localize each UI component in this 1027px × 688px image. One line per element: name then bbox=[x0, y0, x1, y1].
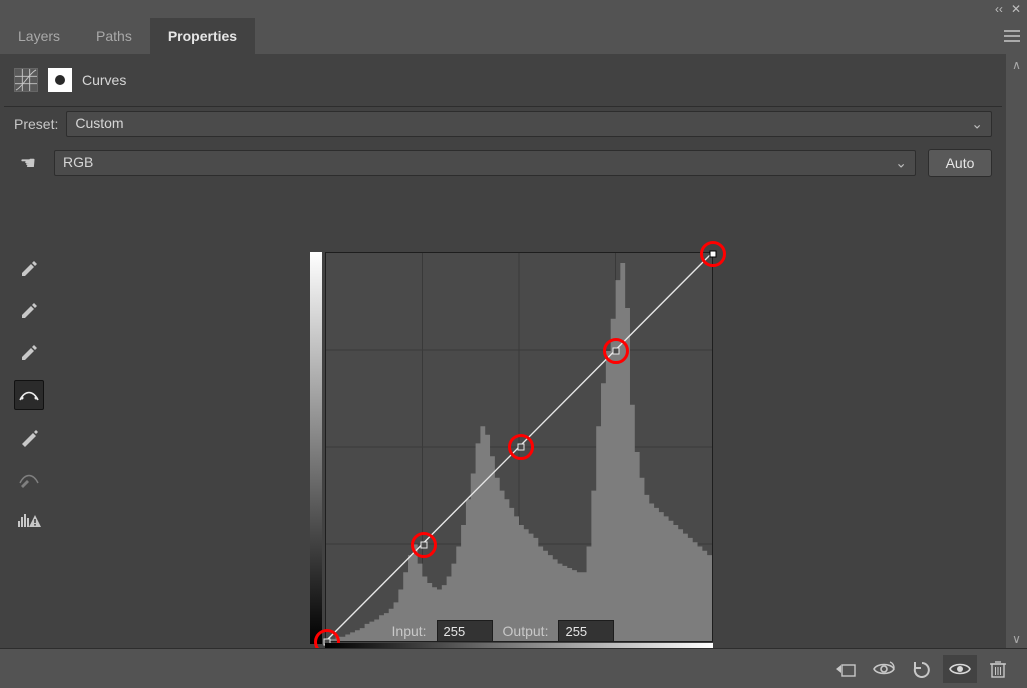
curves-graph[interactable] bbox=[310, 252, 730, 672]
output-gradient-strip bbox=[310, 252, 322, 644]
highlight-ring bbox=[508, 434, 534, 460]
delete-adjustment-icon[interactable] bbox=[981, 655, 1015, 683]
tab-strip: Layers Paths Properties bbox=[0, 18, 1027, 54]
highlight-ring bbox=[411, 532, 437, 558]
scroll-up-icon[interactable]: ∧ bbox=[1006, 54, 1027, 72]
smooth-curve-icon[interactable] bbox=[14, 464, 44, 494]
toggle-visibility-icon[interactable] bbox=[943, 655, 977, 683]
close-panel-icon[interactable]: ✕ bbox=[1009, 2, 1023, 16]
preset-dropdown[interactable]: Custom ⌄ bbox=[66, 111, 992, 137]
panel-menu-icon[interactable] bbox=[997, 18, 1027, 54]
targeted-adjustment-tool-icon[interactable]: ☚ bbox=[14, 153, 42, 174]
auto-button[interactable]: Auto bbox=[928, 149, 992, 177]
eyedropper-sample-icon[interactable] bbox=[14, 254, 44, 284]
preset-value: Custom bbox=[75, 115, 123, 131]
layer-mask-icon[interactable] bbox=[48, 68, 72, 92]
panel-footer bbox=[0, 648, 1027, 688]
input-label: Input: bbox=[392, 623, 427, 639]
curves-plot-area[interactable] bbox=[325, 252, 713, 642]
highlight-ring bbox=[603, 338, 629, 364]
eyedropper-white-point-icon[interactable] bbox=[14, 338, 44, 368]
highlight-ring bbox=[700, 241, 726, 267]
tab-paths[interactable]: Paths bbox=[78, 18, 150, 54]
draw-curve-tool-icon[interactable] bbox=[14, 422, 44, 452]
channel-value: RGB bbox=[63, 154, 93, 170]
output-label: Output: bbox=[503, 623, 549, 639]
output-field[interactable] bbox=[558, 620, 614, 642]
chevron-down-icon: ⌄ bbox=[971, 116, 983, 133]
panel-type-label: Curves bbox=[82, 72, 126, 88]
properties-panel: Curves Preset: Custom ⌄ ☚ RGB ⌄ Auto bbox=[0, 54, 1006, 648]
channel-dropdown[interactable]: RGB ⌄ bbox=[54, 150, 916, 176]
tab-layers[interactable]: Layers bbox=[0, 18, 78, 54]
collapse-panel-icon[interactable]: ‹‹ bbox=[993, 2, 1005, 16]
clip-to-layer-icon[interactable] bbox=[829, 655, 863, 683]
histogram-clip-warning-icon[interactable] bbox=[14, 506, 44, 536]
edit-points-tool-icon[interactable] bbox=[14, 380, 44, 410]
tab-properties[interactable]: Properties bbox=[150, 18, 255, 54]
scroll-down-icon[interactable]: ∨ bbox=[1006, 632, 1027, 646]
chevron-down-icon: ⌄ bbox=[895, 155, 907, 172]
input-field[interactable] bbox=[437, 620, 493, 642]
preset-label: Preset: bbox=[14, 116, 58, 132]
eyedropper-black-point-icon[interactable] bbox=[14, 296, 44, 326]
reset-icon[interactable] bbox=[905, 655, 939, 683]
view-previous-state-icon[interactable] bbox=[867, 655, 901, 683]
right-scroll-rail[interactable]: ∧ ∨ bbox=[1006, 54, 1027, 688]
adjustment-type-curves-icon[interactable] bbox=[14, 68, 38, 92]
